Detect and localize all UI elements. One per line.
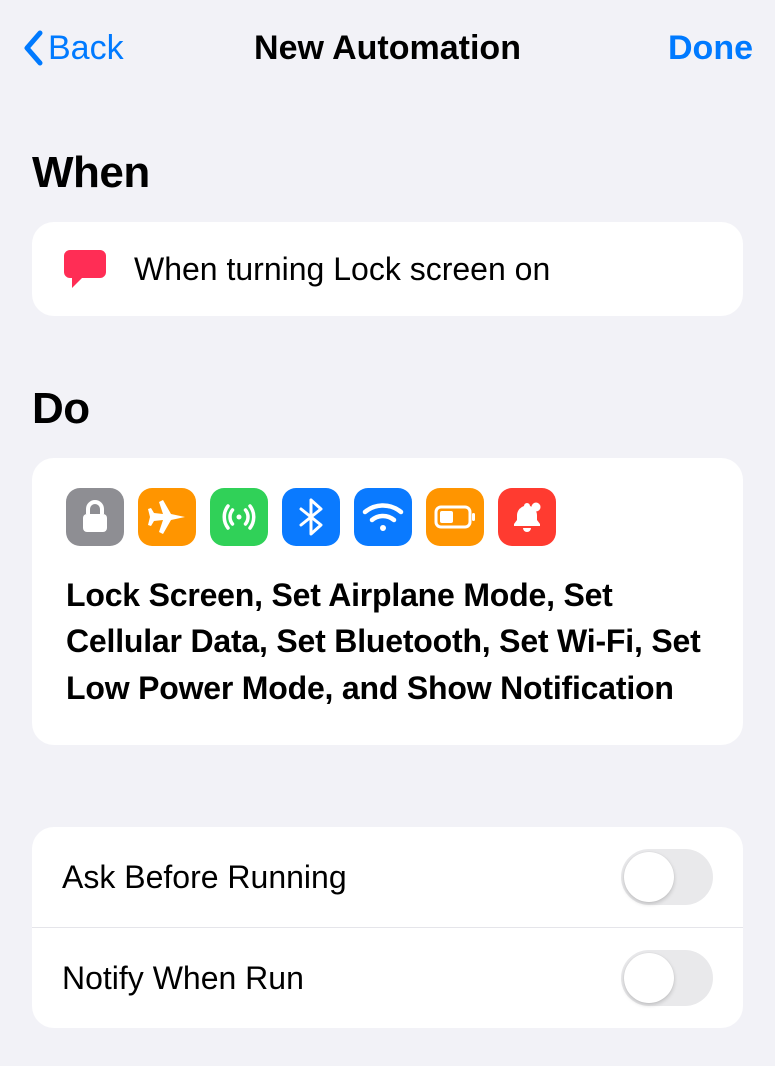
when-description: When turning Lock screen on: [134, 251, 550, 288]
speech-bubble-icon: [62, 248, 108, 290]
cellular-icon: [210, 488, 268, 546]
do-description: Lock Screen, Set Airplane Mode, Set Cell…: [66, 572, 709, 711]
bluetooth-icon: [282, 488, 340, 546]
back-label: Back: [48, 29, 124, 68]
done-button[interactable]: Done: [668, 29, 753, 68]
navbar: Back New Automation Done: [0, 0, 775, 96]
airplane-icon: [138, 488, 196, 546]
do-actions-card[interactable]: Lock Screen, Set Airplane Mode, Set Cell…: [32, 458, 743, 745]
options-list: Ask Before Running Notify When Run: [32, 827, 743, 1028]
lock-icon: [66, 488, 124, 546]
battery-icon: [426, 488, 484, 546]
notify-when-run-toggle[interactable]: [621, 950, 713, 1006]
chevron-left-icon: [22, 30, 44, 66]
ask-before-running-label: Ask Before Running: [62, 859, 347, 896]
ask-before-running-toggle[interactable]: [621, 849, 713, 905]
bell-icon: [498, 488, 556, 546]
when-header: When: [32, 148, 743, 198]
wifi-icon: [354, 488, 412, 546]
notify-when-run-label: Notify When Run: [62, 960, 304, 997]
when-trigger-row[interactable]: When turning Lock screen on: [32, 222, 743, 316]
action-icon-row: [66, 488, 709, 546]
notify-when-run-row: Notify When Run: [32, 927, 743, 1028]
do-header: Do: [32, 384, 743, 434]
back-button[interactable]: Back: [22, 29, 124, 68]
ask-before-running-row: Ask Before Running: [32, 827, 743, 927]
